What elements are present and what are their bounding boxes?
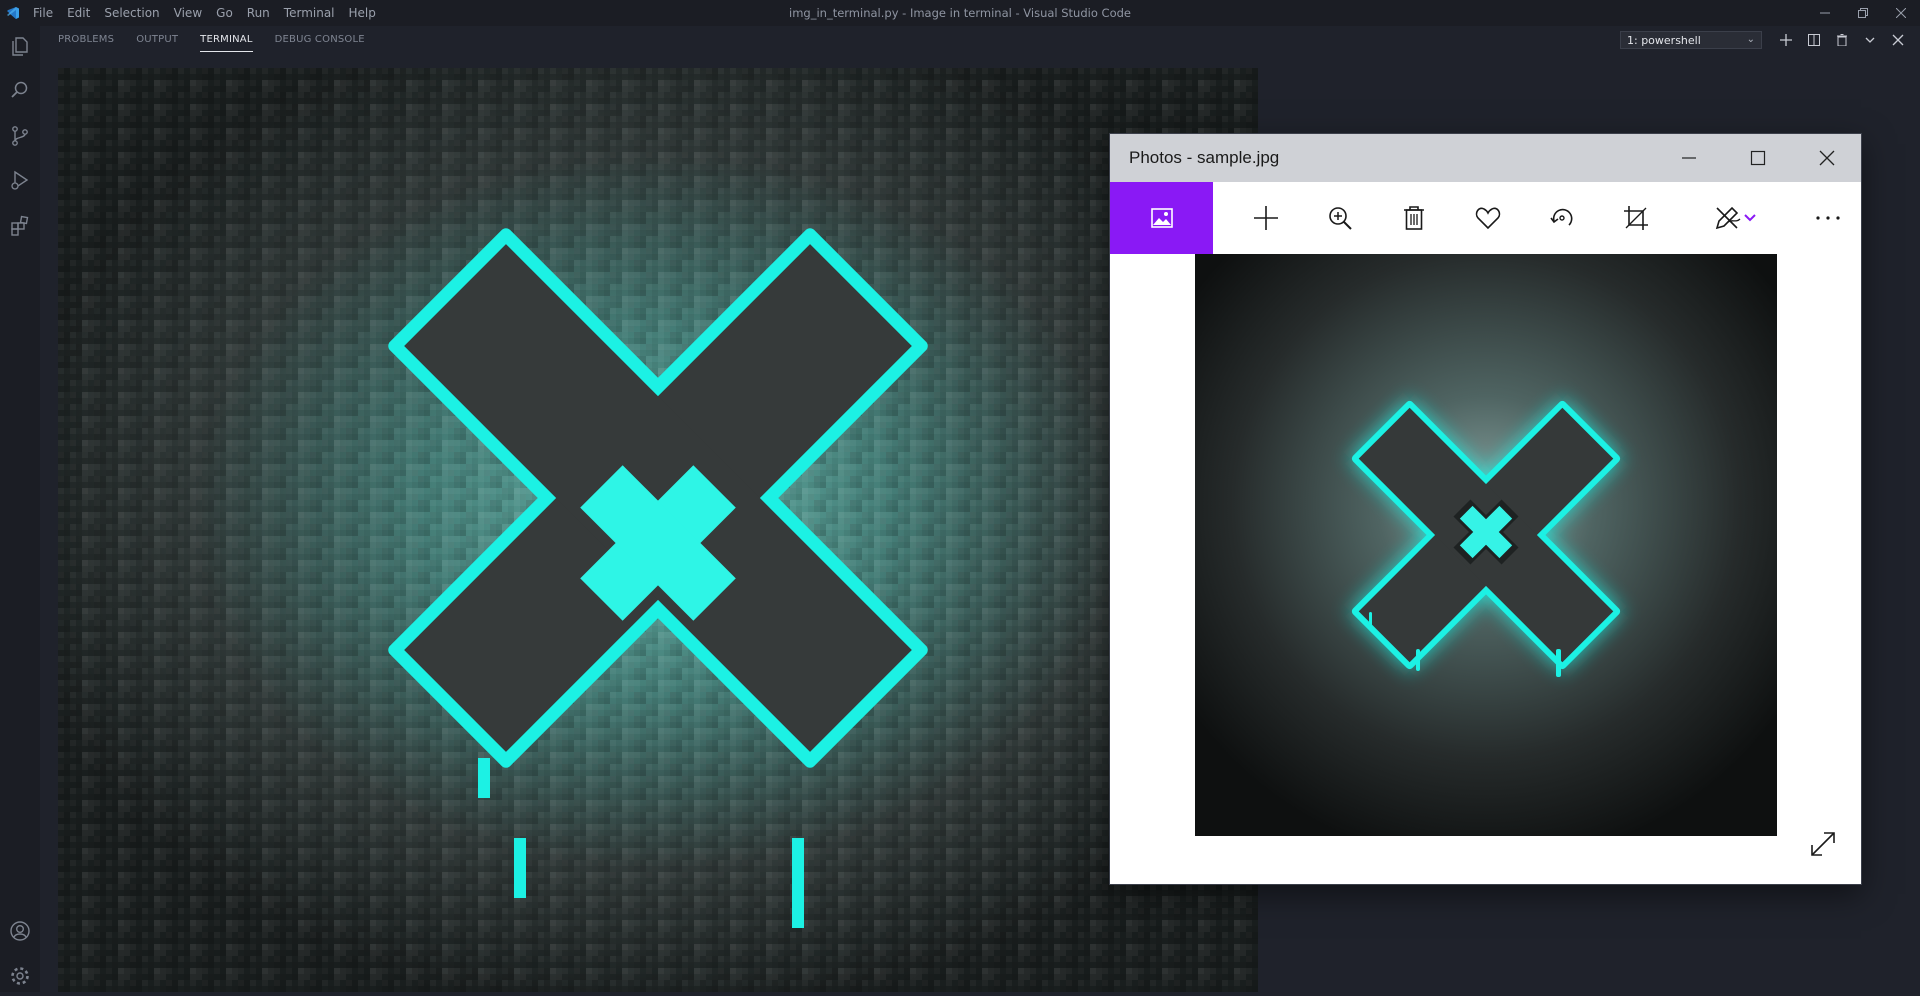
photos-window: Photos - sample.jpg [1110,134,1861,884]
menu-go[interactable]: Go [209,6,240,20]
extensions-icon[interactable] [0,206,40,246]
source-control-icon[interactable] [0,116,40,156]
tab-debug-console[interactable]: DEBUG CONSOLE [275,34,365,52]
restore-icon[interactable] [1844,0,1882,26]
menu-bar: File Edit Selection View Go Run Terminal… [26,6,383,20]
delete-icon[interactable] [1384,182,1444,254]
crop-icon[interactable] [1606,182,1666,254]
menu-run[interactable]: Run [240,6,277,20]
photo-preview [1195,254,1777,836]
settings-gear-icon[interactable] [0,956,40,996]
zoom-icon[interactable] [1310,182,1370,254]
chevron-down-icon: ⌄ [1746,34,1755,45]
panel-tabs: PROBLEMS OUTPUT TERMINAL DEBUG CONSOLE [58,34,365,52]
more-icon[interactable] [1798,182,1858,254]
pixel-art [58,68,1258,992]
menu-view[interactable]: View [167,6,209,20]
edit-dropdown-chevron-icon[interactable] [1738,182,1762,254]
photos-close-icon[interactable] [1792,134,1861,182]
rotate-icon[interactable] [1532,182,1592,254]
menu-edit[interactable]: Edit [60,6,97,20]
add-icon[interactable] [1236,182,1296,254]
photos-minimize-icon[interactable] [1654,134,1723,182]
close-icon[interactable] [1886,28,1910,52]
panel-chevron-down-icon[interactable] [1858,28,1882,52]
favorite-icon[interactable] [1458,182,1518,254]
photos-title: Photos - sample.jpg [1129,148,1280,167]
vscode-logo-icon [0,0,26,26]
photos-toolbar [1110,182,1861,254]
run-debug-icon[interactable] [0,160,40,200]
split-terminal-icon[interactable] [1802,28,1826,52]
menu-help[interactable]: Help [342,6,383,20]
panel-actions [1774,28,1910,52]
minimize-icon[interactable] [1806,0,1844,26]
close-window-icon[interactable] [1882,0,1920,26]
activity-bar [0,26,40,992]
add-terminal-icon[interactable] [1774,28,1798,52]
terminal-select-value: 1: powershell [1627,33,1701,47]
kill-terminal-icon[interactable] [1830,28,1854,52]
terminal-select[interactable]: 1: powershell ⌄ [1620,31,1762,49]
account-icon[interactable] [0,911,40,951]
window-controls [1806,0,1920,26]
menu-terminal[interactable]: Terminal [277,6,342,20]
photos-title-bar: Photos - sample.jpg [1110,134,1861,182]
tab-problems[interactable]: PROBLEMS [58,34,114,52]
title-bar: File Edit Selection View Go Run Terminal… [0,0,1920,26]
menu-file[interactable]: File [26,6,60,20]
photos-maximize-icon[interactable] [1723,134,1792,182]
explorer-icon[interactable] [0,26,40,66]
photo-x-image [1195,254,1777,836]
search-icon[interactable] [0,70,40,110]
expand-icon[interactable] [1807,828,1839,860]
terminal-pixel-image [58,68,1258,992]
tab-terminal[interactable]: TERMINAL [200,34,253,52]
menu-selection[interactable]: Selection [97,6,166,20]
view-image-icon[interactable] [1110,182,1213,254]
photos-window-controls [1654,134,1861,182]
tab-output[interactable]: OUTPUT [136,34,178,52]
